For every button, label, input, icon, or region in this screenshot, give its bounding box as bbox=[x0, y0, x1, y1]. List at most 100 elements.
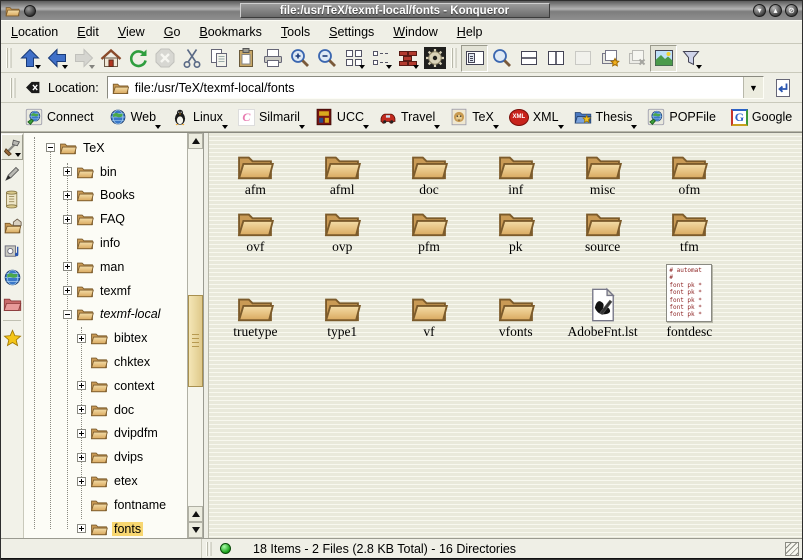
file-icon-truetype[interactable]: truetype bbox=[212, 259, 299, 339]
print-button[interactable] bbox=[259, 45, 286, 72]
extra-toolbar-handle[interactable] bbox=[451, 48, 458, 68]
tree-item-fontname[interactable]: fontname bbox=[24, 493, 187, 517]
multicolumn-view-button[interactable] bbox=[367, 45, 394, 72]
home-button[interactable] bbox=[97, 45, 124, 72]
expand-toggle[interactable] bbox=[63, 262, 72, 271]
maximize-button[interactable]: ▴ bbox=[769, 4, 782, 17]
expand-toggle[interactable] bbox=[77, 524, 86, 533]
sidebar-tab-services[interactable] bbox=[1, 238, 23, 264]
show-sidebar-button[interactable] bbox=[461, 45, 488, 72]
file-icon-adobefnt[interactable]: AdobeFnt.lst bbox=[559, 259, 646, 339]
sidebar-tab-home-folder[interactable] bbox=[1, 212, 23, 238]
scrollbar-track[interactable] bbox=[188, 149, 203, 506]
menu-help[interactable]: Help bbox=[457, 25, 483, 39]
tree-item-texmf-local[interactable]: texmf-local bbox=[24, 303, 187, 327]
sidebar-tab-root-folder[interactable] bbox=[1, 290, 23, 316]
tree-item-dvips[interactable]: dvips bbox=[24, 445, 187, 469]
tree-item-doc[interactable]: doc bbox=[24, 398, 187, 422]
menu-window[interactable]: Window bbox=[393, 25, 437, 39]
sidebar-tab-marker[interactable] bbox=[1, 160, 23, 186]
forward-button[interactable] bbox=[70, 45, 97, 72]
bookmark-popfile[interactable]: POPFile bbox=[646, 106, 717, 128]
tree-item-chktex[interactable]: chktex bbox=[24, 350, 187, 374]
location-dropdown-button[interactable]: ▼ bbox=[743, 77, 763, 98]
file-icon-type1[interactable]: type1 bbox=[299, 259, 386, 339]
tree-item-bin[interactable]: bin bbox=[24, 160, 187, 184]
bookmark-linux[interactable]: Linux bbox=[170, 106, 224, 128]
menu-edit[interactable]: Edit bbox=[77, 25, 99, 39]
file-icon-vf[interactable]: vf bbox=[386, 259, 473, 339]
expand-toggle[interactable] bbox=[63, 286, 72, 295]
tree-item-bibtex[interactable]: bibtex bbox=[24, 326, 187, 350]
tree-item-man[interactable]: man bbox=[24, 255, 187, 279]
zoom-out-button[interactable] bbox=[313, 45, 340, 72]
close-tab-button[interactable] bbox=[623, 45, 650, 72]
bookmark-travel[interactable]: Travel bbox=[378, 106, 436, 128]
file-icon-ovf[interactable]: ovf bbox=[212, 197, 299, 254]
sidebar-tab-network[interactable] bbox=[1, 264, 23, 290]
paste-button[interactable] bbox=[232, 45, 259, 72]
file-icon-tfm[interactable]: tfm bbox=[646, 197, 733, 254]
file-icon-afm[interactable]: afm bbox=[212, 140, 299, 197]
tree-item-Books[interactable]: Books bbox=[24, 184, 187, 208]
expand-toggle[interactable] bbox=[77, 381, 86, 390]
location-input[interactable]: file:/usr/TeX/texmf-local/fonts ▼ bbox=[107, 76, 764, 99]
tree-item-FAQ[interactable]: FAQ bbox=[24, 207, 187, 231]
filter-button[interactable] bbox=[677, 45, 704, 72]
cut-button[interactable] bbox=[178, 45, 205, 72]
back-button[interactable] bbox=[43, 45, 70, 72]
bookmark-google[interactable]: GGoogle bbox=[730, 107, 793, 128]
expand-toggle[interactable] bbox=[77, 429, 86, 438]
file-icon-misc[interactable]: misc bbox=[559, 140, 646, 197]
file-icon-ovp[interactable]: ovp bbox=[299, 197, 386, 254]
remove-view-button[interactable] bbox=[569, 45, 596, 72]
file-icon-vfonts[interactable]: vfonts bbox=[472, 259, 559, 339]
detailed-view-button[interactable] bbox=[394, 45, 421, 72]
sidebar-configure-button[interactable] bbox=[1, 134, 23, 160]
reload-button[interactable] bbox=[124, 45, 151, 72]
menu-view[interactable]: View bbox=[118, 25, 145, 39]
title-bar[interactable]: file:/usr/TeX/texmf-local/fonts - Konque… bbox=[1, 1, 802, 20]
menu-settings[interactable]: Settings bbox=[329, 25, 374, 39]
file-icon-fontdesc[interactable]: # automat # font pk * font pk * font pk … bbox=[646, 259, 733, 339]
menu-location[interactable]: Location bbox=[11, 25, 58, 39]
location-toolbar-handle[interactable] bbox=[10, 78, 17, 98]
scroll-up-button[interactable] bbox=[188, 133, 203, 149]
tree-item-context[interactable]: context bbox=[24, 374, 187, 398]
scroll-down-button[interactable] bbox=[188, 522, 203, 538]
expand-toggle[interactable] bbox=[77, 453, 86, 462]
file-icon-pk[interactable]: pk bbox=[472, 197, 559, 254]
tree-scrollbar[interactable] bbox=[187, 133, 203, 538]
tree-item-texmf[interactable]: texmf bbox=[24, 279, 187, 303]
tree-item-dvipdfm[interactable]: dvipdfm bbox=[24, 422, 187, 446]
status-bar-handle[interactable] bbox=[206, 542, 212, 556]
toolbar-handle[interactable] bbox=[6, 48, 13, 68]
scrollbar-thumb[interactable] bbox=[188, 295, 203, 387]
expand-toggle[interactable] bbox=[77, 405, 86, 414]
resize-grip[interactable] bbox=[785, 542, 799, 556]
bookmark-thesis[interactable]: Thesis bbox=[573, 106, 634, 128]
bookmark-xml[interactable]: XMLXML bbox=[508, 107, 560, 128]
sidebar-tab-history[interactable] bbox=[1, 186, 23, 212]
clear-location-button[interactable] bbox=[20, 76, 44, 100]
expand-toggle[interactable] bbox=[63, 191, 72, 200]
bookmark-silmaril[interactable]: CSilmaril bbox=[237, 107, 301, 128]
tree-item-fonts[interactable]: fonts bbox=[24, 517, 187, 538]
up-button[interactable] bbox=[16, 45, 43, 72]
bookmark-ucc[interactable]: UCC bbox=[314, 106, 365, 128]
bookmark-connect[interactable]: Connect bbox=[24, 106, 95, 128]
tree-item-info[interactable]: info bbox=[24, 231, 187, 255]
menu-tools[interactable]: Tools bbox=[281, 25, 310, 39]
copy-button[interactable] bbox=[205, 45, 232, 72]
close-button[interactable]: ⊘ bbox=[785, 4, 798, 17]
minimize-button[interactable]: ▾ bbox=[753, 4, 766, 17]
sidebar-tab-bookmarks[interactable] bbox=[1, 325, 23, 351]
file-icon-doc[interactable]: doc bbox=[386, 140, 473, 197]
scroll-up-button-2[interactable] bbox=[188, 506, 203, 522]
file-icon-pfm[interactable]: pfm bbox=[386, 197, 473, 254]
tree-item-etex[interactable]: etex bbox=[24, 469, 187, 493]
expand-toggle[interactable] bbox=[77, 334, 86, 343]
menu-go[interactable]: Go bbox=[164, 25, 181, 39]
collapse-toggle[interactable] bbox=[63, 310, 72, 319]
split-view-left-right-button[interactable] bbox=[542, 45, 569, 72]
